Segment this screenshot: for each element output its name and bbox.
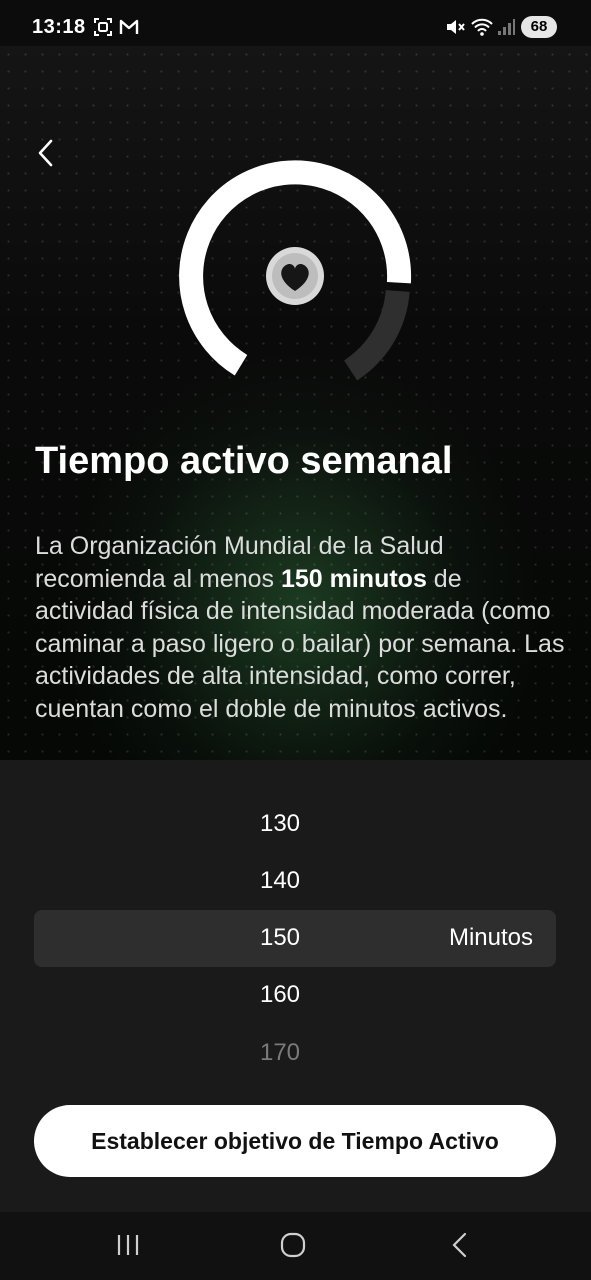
hero-section: Tiempo activo semanal La Organización Mu… [0,46,591,760]
goal-picker-sheet: 130 140 150 160 170 Minutos Establecer o… [0,760,591,1212]
recents-button[interactable] [108,1228,148,1262]
wifi-icon [471,18,493,36]
heart-icon [266,247,324,305]
back-button[interactable] [24,132,68,176]
home-icon [280,1232,306,1258]
picker-option[interactable]: 160 [230,981,330,1009]
mute-icon [447,20,465,34]
picker-unit-label: Minutos [448,924,533,951]
set-goal-button[interactable]: Establecer objetivo de Tiempo Activo [34,1105,556,1177]
gmail-icon [119,19,139,34]
picker-option[interactable]: 130 [230,810,330,838]
active-time-ring [179,160,412,381]
signal-icon [498,19,515,35]
picker-option-selected[interactable]: 150 [230,924,330,952]
nav-back-button[interactable] [440,1228,480,1262]
system-nav-bar [0,1212,591,1280]
home-button[interactable] [273,1228,313,1262]
status-bar: 13:18 68 [0,0,591,46]
picker-option[interactable]: 170 [230,1039,330,1067]
recents-icon [117,1235,139,1255]
status-time: 13:18 [32,16,86,38]
page-title: Tiempo activo semanal [35,440,453,482]
screenshot-icon [94,18,112,36]
back-icon [452,1232,467,1258]
description-highlight: 150 minutos [280,564,427,593]
battery-indicator: 68 [521,16,557,38]
description: La Organización Mundial de la Salud reco… [35,530,565,725]
chevron-left-icon [38,139,53,167]
picker-option[interactable]: 140 [230,867,330,895]
